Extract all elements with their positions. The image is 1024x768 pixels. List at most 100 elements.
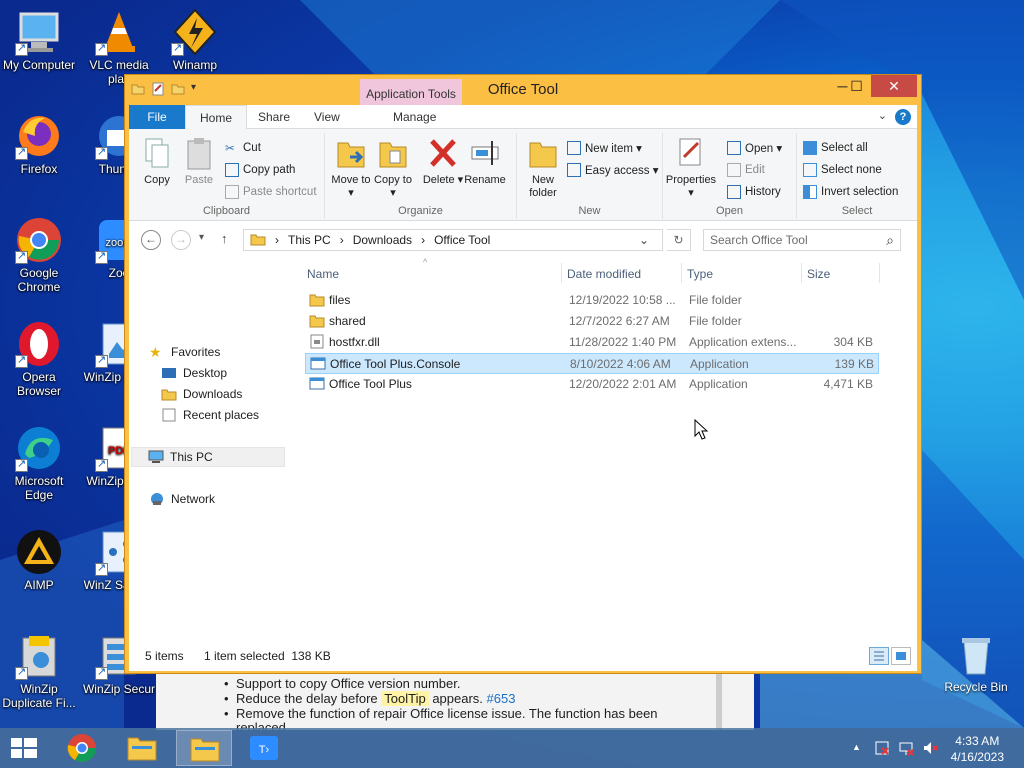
properties-button[interactable]: Properties ▾ [665, 135, 717, 200]
action-center-icon[interactable] [874, 740, 890, 759]
file-row[interactable]: Office Tool Plus.Console 8/10/2022 4:06 A… [305, 353, 879, 374]
file-date: 11/28/2022 1:40 PM [569, 335, 677, 349]
column-header-name[interactable]: Name [307, 267, 339, 281]
file-row[interactable]: hostfxr.dll 11/28/2022 1:40 PM Application… [305, 332, 879, 353]
system-clock[interactable]: 4:33 AM 4/16/2023 [951, 733, 1004, 765]
forward-button[interactable]: → [171, 230, 191, 250]
up-button[interactable]: ↑ [221, 231, 228, 246]
tab-manage[interactable]: Manage [379, 105, 450, 129]
details-view-button[interactable] [869, 647, 889, 665]
collapse-ribbon-icon[interactable]: ⌄ [878, 109, 887, 122]
copy-to-button[interactable]: Copy to ▾ [371, 135, 415, 200]
network-icon [149, 492, 165, 506]
taskbar-file-explorer[interactable] [114, 730, 170, 766]
nav-desktop[interactable]: Desktop [161, 366, 227, 380]
breadcrumb-this-pc[interactable]: This PC [288, 233, 331, 247]
desktop-icon-firefox[interactable]: Firefox [0, 112, 78, 176]
tab-home[interactable]: Home [185, 105, 248, 130]
desktop-icon-winzip-duplicate[interactable]: WinZip Duplicate Fi... [0, 632, 78, 710]
taskbar-remote-app[interactable]: T› [236, 730, 292, 766]
help-icon[interactable]: ? [895, 109, 911, 125]
computer-icon [148, 450, 164, 464]
show-hidden-icons-button[interactable]: ▲ [852, 742, 861, 752]
recent-locations-button[interactable]: ▾ [199, 232, 204, 243]
file-row[interactable]: files 12/19/2022 10:58 ... File folder [305, 290, 879, 311]
mouse-cursor-icon [694, 419, 708, 440]
nav-recent-places[interactable]: Recent places [161, 408, 259, 422]
open-button[interactable]: Open ▾ [727, 141, 782, 155]
close-button[interactable]: ✕ [871, 75, 917, 97]
search-icon[interactable]: ⌕ [886, 232, 894, 249]
large-icons-view-button[interactable] [891, 647, 911, 665]
file-row[interactable]: Office Tool Plus 12/20/2022 2:01 AM Applic… [305, 374, 879, 395]
breadcrumb-office-tool[interactable]: Office Tool [434, 233, 490, 247]
copy-button[interactable]: Copy [135, 135, 179, 187]
delete-button[interactable]: Delete ▾ [421, 135, 465, 187]
back-button[interactable]: ← [141, 230, 161, 250]
title-bar[interactable]: ▾ Application Tools Office Tool ─ ☐ ✕ [125, 75, 921, 105]
copy-path-button[interactable]: Copy path [225, 163, 295, 177]
desktop-icon-winamp[interactable]: Winamp [156, 8, 234, 72]
select-none-button[interactable]: Select none [803, 163, 882, 177]
nav-this-pc[interactable]: This PC [131, 447, 285, 467]
invert-selection-button[interactable]: Invert selection [803, 185, 898, 199]
desktop-icon-label: Opera Browser [16, 370, 61, 398]
doc-scrollbar[interactable] [716, 674, 722, 730]
desktop-icon-chrome[interactable]: Google Chrome [0, 216, 78, 294]
volume-muted-icon[interactable] [922, 740, 938, 759]
file-size: 304 KB [833, 335, 873, 349]
doc-line-1: Support to copy Office version number. [224, 676, 460, 691]
group-select: Select all Select none Invert selection … [797, 133, 917, 219]
desktop-icon-recycle-bin[interactable]: Recycle Bin [940, 630, 1012, 694]
breadcrumb-downloads[interactable]: Downloads [353, 233, 412, 247]
easy-access-button[interactable]: Easy access ▾ [567, 163, 659, 177]
desktop-icon-my-computer[interactable]: My Computer [0, 8, 78, 72]
edit-button[interactable]: Edit [727, 163, 765, 177]
address-dropdown-icon[interactable]: ⌄ [639, 233, 649, 247]
nav-favorites[interactable]: ★ Favorites [149, 345, 220, 359]
file-explorer-icon [190, 738, 220, 762]
search-input[interactable]: Search Office Tool ⌕ [703, 229, 901, 251]
nav-downloads[interactable]: Downloads [161, 387, 242, 401]
select-all-button[interactable]: Select all [803, 141, 868, 155]
desktop-icon-aimp[interactable]: AIMP [0, 528, 78, 592]
folder-icon [528, 135, 558, 171]
desktop-icon-label: Google Chrome [17, 266, 61, 294]
refresh-button[interactable]: ↻ [667, 229, 691, 251]
desktop-icon-opera[interactable]: Opera Browser [0, 320, 78, 398]
history-button[interactable]: History [727, 185, 781, 199]
network-tray-icon[interactable] [898, 740, 914, 759]
file-name: files [329, 293, 351, 307]
clock-time: 4:33 AM [955, 734, 1000, 748]
file-row[interactable]: shared 12/7/2022 6:27 AM File folder [305, 311, 879, 332]
tab-share[interactable]: Share [244, 105, 304, 129]
breadcrumb-separator[interactable]: › [421, 233, 425, 247]
breadcrumb-separator[interactable]: › [340, 233, 344, 247]
explorer-window[interactable]: ▾ Application Tools Office Tool ─ ☐ ✕ Fi… [124, 74, 922, 674]
new-item-button[interactable]: New item ▾ [567, 141, 642, 155]
taskbar-file-explorer-active[interactable] [176, 730, 232, 766]
issue-link[interactable]: #653 [487, 691, 516, 706]
tab-view[interactable]: View [300, 105, 354, 129]
maximize-button[interactable]: ☐ [841, 75, 872, 97]
nav-network[interactable]: Network [149, 492, 215, 506]
group-new: New folder New item ▾ Easy access ▾ New [517, 133, 663, 219]
column-header-size[interactable]: Size [807, 267, 830, 281]
paste-shortcut-button[interactable]: Paste shortcut [225, 185, 317, 199]
taskbar-chrome[interactable] [54, 730, 110, 766]
cut-button[interactable]: ✂ Cut [225, 141, 261, 155]
move-to-button[interactable]: Move to ▾ [329, 135, 373, 200]
address-field[interactable]: › This PC › Downloads › Office Tool ⌄ [243, 229, 663, 251]
breadcrumb-separator[interactable]: › [275, 233, 279, 247]
copy-to-icon [378, 135, 408, 171]
paste-button[interactable]: Paste [177, 135, 221, 187]
tab-file[interactable]: File [129, 105, 185, 129]
start-button[interactable] [0, 730, 48, 766]
file-list[interactable]: ^ Name Date modified Type Size files 12/1… [301, 257, 917, 639]
rename-button[interactable]: Rename [463, 135, 507, 187]
column-header-date[interactable]: Date modified [567, 267, 641, 281]
desktop-icon-edge[interactable]: Microsoft Edge [0, 424, 78, 502]
column-header-type[interactable]: Type [687, 267, 713, 281]
new-folder-button[interactable]: New folder [521, 135, 565, 200]
navigation-pane[interactable]: ★ Favorites Desktop Downloads Recent pla… [129, 259, 289, 639]
